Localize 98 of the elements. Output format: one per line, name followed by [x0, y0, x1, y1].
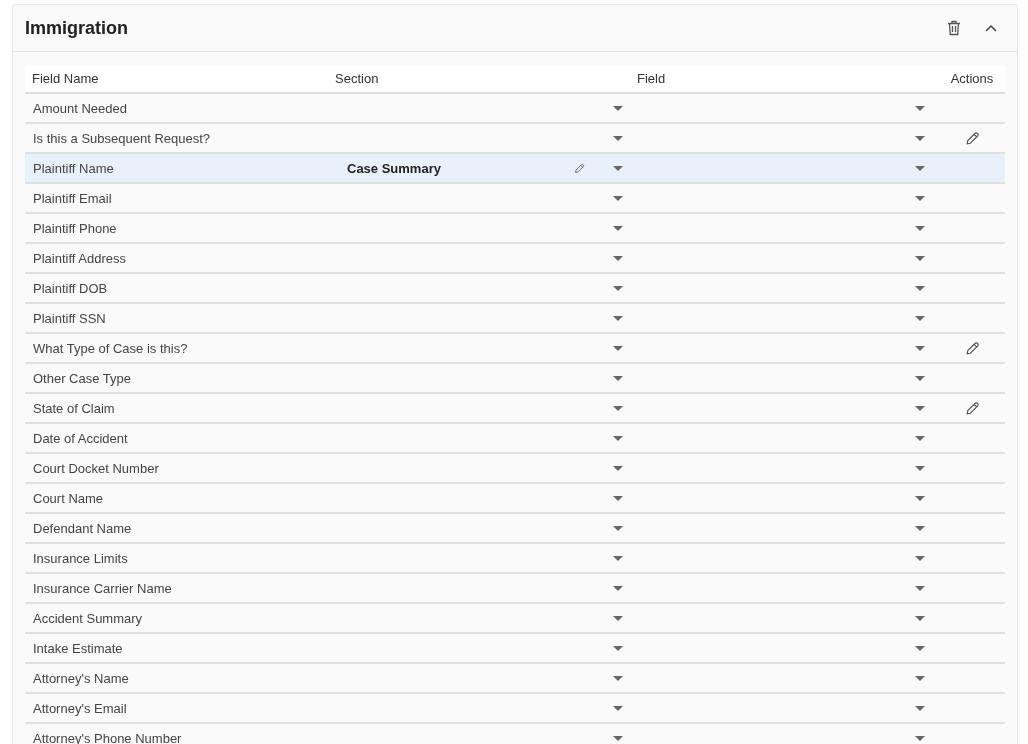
field-name-cell-text: Court Name [32, 490, 105, 506]
table-row[interactable]: Other Case Type [25, 364, 1005, 394]
caret-icon [915, 735, 925, 741]
caret-icon [613, 735, 623, 741]
collapse-icon[interactable] [985, 24, 997, 32]
caret-icon [613, 315, 623, 321]
caret-icon [613, 225, 623, 231]
caret-icon [915, 675, 925, 681]
table-row[interactable]: What Type of Case is this? [25, 334, 1005, 364]
table-row[interactable]: Plaintiff SSN [25, 304, 1005, 334]
table-row[interactable]: Amount Needed [25, 94, 1005, 124]
caret-icon [613, 105, 623, 111]
table-row[interactable]: Date of Accident [25, 424, 1005, 454]
section-value: Case Summary [347, 160, 442, 176]
caret-icon [915, 285, 925, 291]
field-name-cell-text: Plaintiff Phone [32, 220, 118, 236]
caret-icon [613, 495, 623, 501]
table-row[interactable]: Attorney's Name [25, 664, 1005, 694]
caret-icon [613, 675, 623, 681]
caret-icon [613, 135, 623, 141]
caret-icon [613, 585, 623, 591]
table-row[interactable]: Insurance Carrier Name [25, 574, 1005, 604]
table-row[interactable]: Insurance Limits [25, 544, 1005, 574]
caret-icon [915, 195, 925, 201]
field-name-cell-text: Court Docket Number [32, 460, 160, 476]
caret-icon [915, 135, 925, 141]
caret-icon [915, 255, 925, 261]
table-row[interactable]: Plaintiff Phone [25, 214, 1005, 244]
field-name-cell-text: Other Case Type [32, 370, 133, 386]
caret-icon [915, 555, 925, 561]
caret-icon [613, 705, 623, 711]
section-dropdown[interactable]: Case Summary [335, 154, 637, 182]
field-name-cell-text: Attorney's Email [32, 700, 128, 716]
caret-icon [613, 525, 623, 531]
caret-icon [613, 285, 623, 291]
field-name-cell-text: Plaintiff SSN [32, 310, 107, 326]
table-row[interactable]: Court Docket Number [25, 454, 1005, 484]
field-name-cell-text: Insurance Limits [32, 550, 129, 566]
column-header: Section [335, 71, 380, 86]
table-row[interactable]: Defendant Name [25, 514, 1005, 544]
caret-icon [915, 585, 925, 591]
caret-icon [915, 495, 925, 501]
caret-icon [613, 405, 623, 411]
caret-icon [613, 645, 623, 651]
caret-icon [613, 375, 623, 381]
caret-icon [613, 465, 623, 471]
table-row[interactable]: Plaintiff Name Case Summary [25, 154, 1005, 184]
trash-icon[interactable] [947, 20, 961, 36]
table-row[interactable]: Court Name [25, 484, 1005, 514]
pencil-icon[interactable] [574, 162, 585, 174]
pencil-icon[interactable] [964, 400, 980, 416]
table-row[interactable]: Plaintiff DOB [25, 274, 1005, 304]
caret-icon [915, 345, 925, 351]
field-name-cell-text: Plaintiff Email [32, 190, 113, 206]
caret-icon [915, 705, 925, 711]
field-name-cell-text: Plaintiff Name [32, 160, 115, 176]
caret-icon [613, 195, 623, 201]
caret-icon [915, 225, 925, 231]
field-name-cell-text: Date of Accident [32, 430, 129, 446]
field-name-cell-text: Accident Summary [32, 610, 144, 626]
column-header: Field Name [31, 71, 100, 86]
table-row[interactable]: Plaintiff Address [25, 244, 1005, 274]
table-row[interactable]: Accident Summary [25, 604, 1005, 634]
caret-icon [915, 645, 925, 651]
caret-icon [613, 555, 623, 561]
panel-title: Immigration [25, 17, 128, 39]
table-row[interactable]: Plaintiff Email [25, 184, 1005, 214]
field-name-cell-text: Defendant Name [32, 520, 133, 536]
table-row[interactable]: State of Claim [25, 394, 1005, 424]
column-header: Field [637, 71, 667, 86]
field-name-cell-text: Amount Needed [32, 100, 128, 116]
caret-icon [613, 435, 623, 441]
caret-icon [915, 465, 925, 471]
field-name-cell-text: What Type of Case is this? [32, 340, 189, 356]
caret-icon [915, 615, 925, 621]
field-name-cell-text: Intake Estimate [32, 640, 124, 656]
caret-icon [915, 435, 925, 441]
caret-icon [915, 525, 925, 531]
caret-icon [613, 615, 623, 621]
caret-icon [915, 375, 925, 381]
table-row[interactable]: Attorney's Email [25, 694, 1005, 724]
field-name-cell-text: Is this a Subsequent Request? [32, 130, 212, 146]
caret-icon [613, 165, 623, 171]
caret-icon [915, 105, 925, 111]
caret-icon [613, 345, 623, 351]
field-name-cell-text: Plaintiff Address [32, 250, 127, 266]
caret-icon [915, 165, 925, 171]
caret-icon [613, 255, 623, 261]
table-row[interactable]: Intake Estimate [25, 634, 1005, 664]
caret-icon [915, 405, 925, 411]
pencil-icon[interactable] [964, 130, 980, 146]
field-name-cell-text: Attorney's Name [32, 670, 130, 686]
field-name-cell-text: Insurance Carrier Name [32, 580, 173, 596]
pencil-icon[interactable] [964, 340, 980, 356]
field-name-cell-text: Plaintiff DOB [32, 280, 109, 296]
caret-icon [915, 315, 925, 321]
column-header: Actions [949, 71, 995, 86]
field-name-cell-text: State of Claim [32, 400, 116, 416]
